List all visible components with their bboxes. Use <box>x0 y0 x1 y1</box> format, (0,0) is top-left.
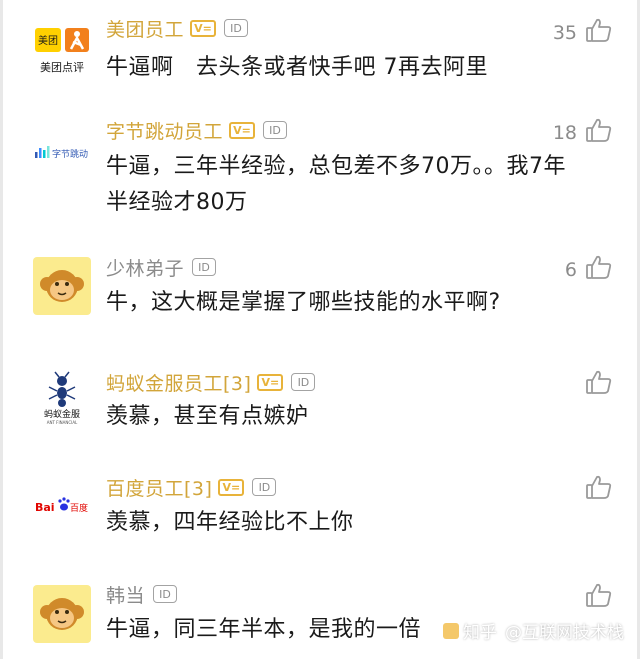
baidu-avatar[interactable]: Bai 百度 <box>33 477 91 535</box>
comment-list: 美团 美团点评 美团员工 V= ID 35 牛逼啊 去头条或者快手吧 7再去阿里 <box>0 0 640 659</box>
bytedance-logo-text: 字节跳动 <box>52 148 88 160</box>
like-button[interactable] <box>585 16 613 44</box>
meituan-avatar[interactable]: 美团 美团点评 <box>33 22 91 80</box>
comment-item: 韩当 ID 牛逼，同三年半本，是我的一倍 <box>3 575 637 659</box>
author-name[interactable]: 韩当 <box>106 581 145 608</box>
comment-text: 牛逼啊 去头条或者快手吧 7再去阿里 <box>106 55 488 80</box>
antfin-avatar[interactable]: 蚂蚁金服 ANT FINANCIAL <box>33 369 91 427</box>
meituan-logo-text: 美团 <box>38 34 58 47</box>
antfin-logo-subtext: ANT FINANCIAL <box>47 420 78 425</box>
id-badge-icon: ID <box>263 121 288 139</box>
baidu-logo-icon: Bai 百度 <box>35 497 88 514</box>
id-badge-icon: ID <box>291 373 316 391</box>
comment-item: Bai 百度 百度员工[3] V= ID 羡慕，四年经验比不上你 <box>3 465 637 575</box>
verified-badge-icon: V= <box>257 373 284 391</box>
id-badge-icon: ID <box>252 478 277 496</box>
author-name[interactable]: 百度员工[3] <box>106 474 212 501</box>
comment-item: 美团 美团点评 美团员工 V= ID 35 牛逼啊 去头条或者快手吧 7再去阿里 <box>3 0 637 110</box>
comment-meta: 蚂蚁金服员工[3] V= ID <box>106 369 316 396</box>
bytedance-avatar[interactable]: 字节跳动 <box>33 122 91 180</box>
comment-meta: 百度员工[3] V= ID <box>106 474 277 501</box>
like-button[interactable] <box>585 473 613 501</box>
comment-meta: 韩当 ID <box>106 581 178 608</box>
thumbs-up-outline-icon <box>586 18 612 42</box>
thumbs-up-outline-icon <box>586 583 612 607</box>
id-badge-icon: ID <box>192 258 217 276</box>
like-button[interactable] <box>585 581 613 609</box>
thumbs-up-outline-icon <box>586 370 612 394</box>
like-count: 18 <box>552 122 577 144</box>
verified-badge-icon: V= <box>229 121 256 139</box>
id-badge-icon: ID <box>153 585 178 603</box>
author-name[interactable]: 美团员工 <box>106 15 184 42</box>
thumbs-up-outline-icon <box>586 255 612 279</box>
like-button[interactable] <box>585 368 613 396</box>
like-count: 6 <box>564 259 577 281</box>
zhihu-logo-icon <box>443 622 459 639</box>
comment-item: 蚂蚁金服 ANT FINANCIAL 蚂蚁金服员工[3] V= ID 羡慕，甚至… <box>3 355 637 465</box>
watermark: 知乎 @互联网技术栈 <box>443 618 624 643</box>
comment-text: 羡慕，甚至有点嫉妒 <box>106 404 309 429</box>
comment-meta: 字节跳动员工 V= ID <box>106 117 288 144</box>
baidu-logo-subtext: 百度 <box>70 502 88 514</box>
watermark-handle: @互联网技术栈 <box>505 623 624 643</box>
like-count: 35 <box>552 22 577 44</box>
baidu-logo-text: Bai <box>35 501 55 514</box>
monkey-avatar[interactable] <box>33 257 91 315</box>
monkey-avatar[interactable] <box>33 585 91 643</box>
verified-badge-icon: V= <box>218 478 245 496</box>
monkey-face-icon <box>40 598 84 630</box>
thumbs-up-outline-icon <box>586 475 612 499</box>
like-button[interactable] <box>585 116 613 144</box>
watermark-site: 知乎 <box>463 623 497 643</box>
verified-badge-icon: V= <box>190 19 217 37</box>
like-button[interactable] <box>585 253 613 281</box>
author-name[interactable]: 少林弟子 <box>106 254 184 281</box>
antfin-logo-text: 蚂蚁金服 <box>44 408 80 420</box>
comment-item: 少林弟子 ID 6 牛，这大概是掌握了哪些技能的水平啊? <box>3 240 637 355</box>
bytedance-logo-icon: 字节跳动 <box>35 146 88 160</box>
comment-item: 字节跳动 字节跳动员工 V= ID 18 牛逼，三年半经验，总包差不多70万。。… <box>3 110 637 240</box>
meituan-logo-subtext: 美团点评 <box>40 61 84 74</box>
comment-meta: 少林弟子 ID <box>106 254 217 281</box>
comment-text: 牛逼，三年半经验，总包差不多70万。。我7年半经验才80万 <box>106 154 566 215</box>
thumbs-up-outline-icon <box>586 118 612 142</box>
meituan-logo-icon: 美团 美团点评 <box>35 28 89 74</box>
ant-logo-icon: 蚂蚁金服 ANT FINANCIAL <box>44 371 80 425</box>
comment-text: 羡慕，四年经验比不上你 <box>106 510 354 535</box>
comment-text: 牛，这大概是掌握了哪些技能的水平啊? <box>106 290 501 315</box>
author-name[interactable]: 蚂蚁金服员工[3] <box>106 369 251 396</box>
id-badge-icon: ID <box>224 19 249 37</box>
author-name[interactable]: 字节跳动员工 <box>106 117 223 144</box>
comment-meta: 美团员工 V= ID <box>106 15 249 42</box>
monkey-face-icon <box>40 270 84 302</box>
